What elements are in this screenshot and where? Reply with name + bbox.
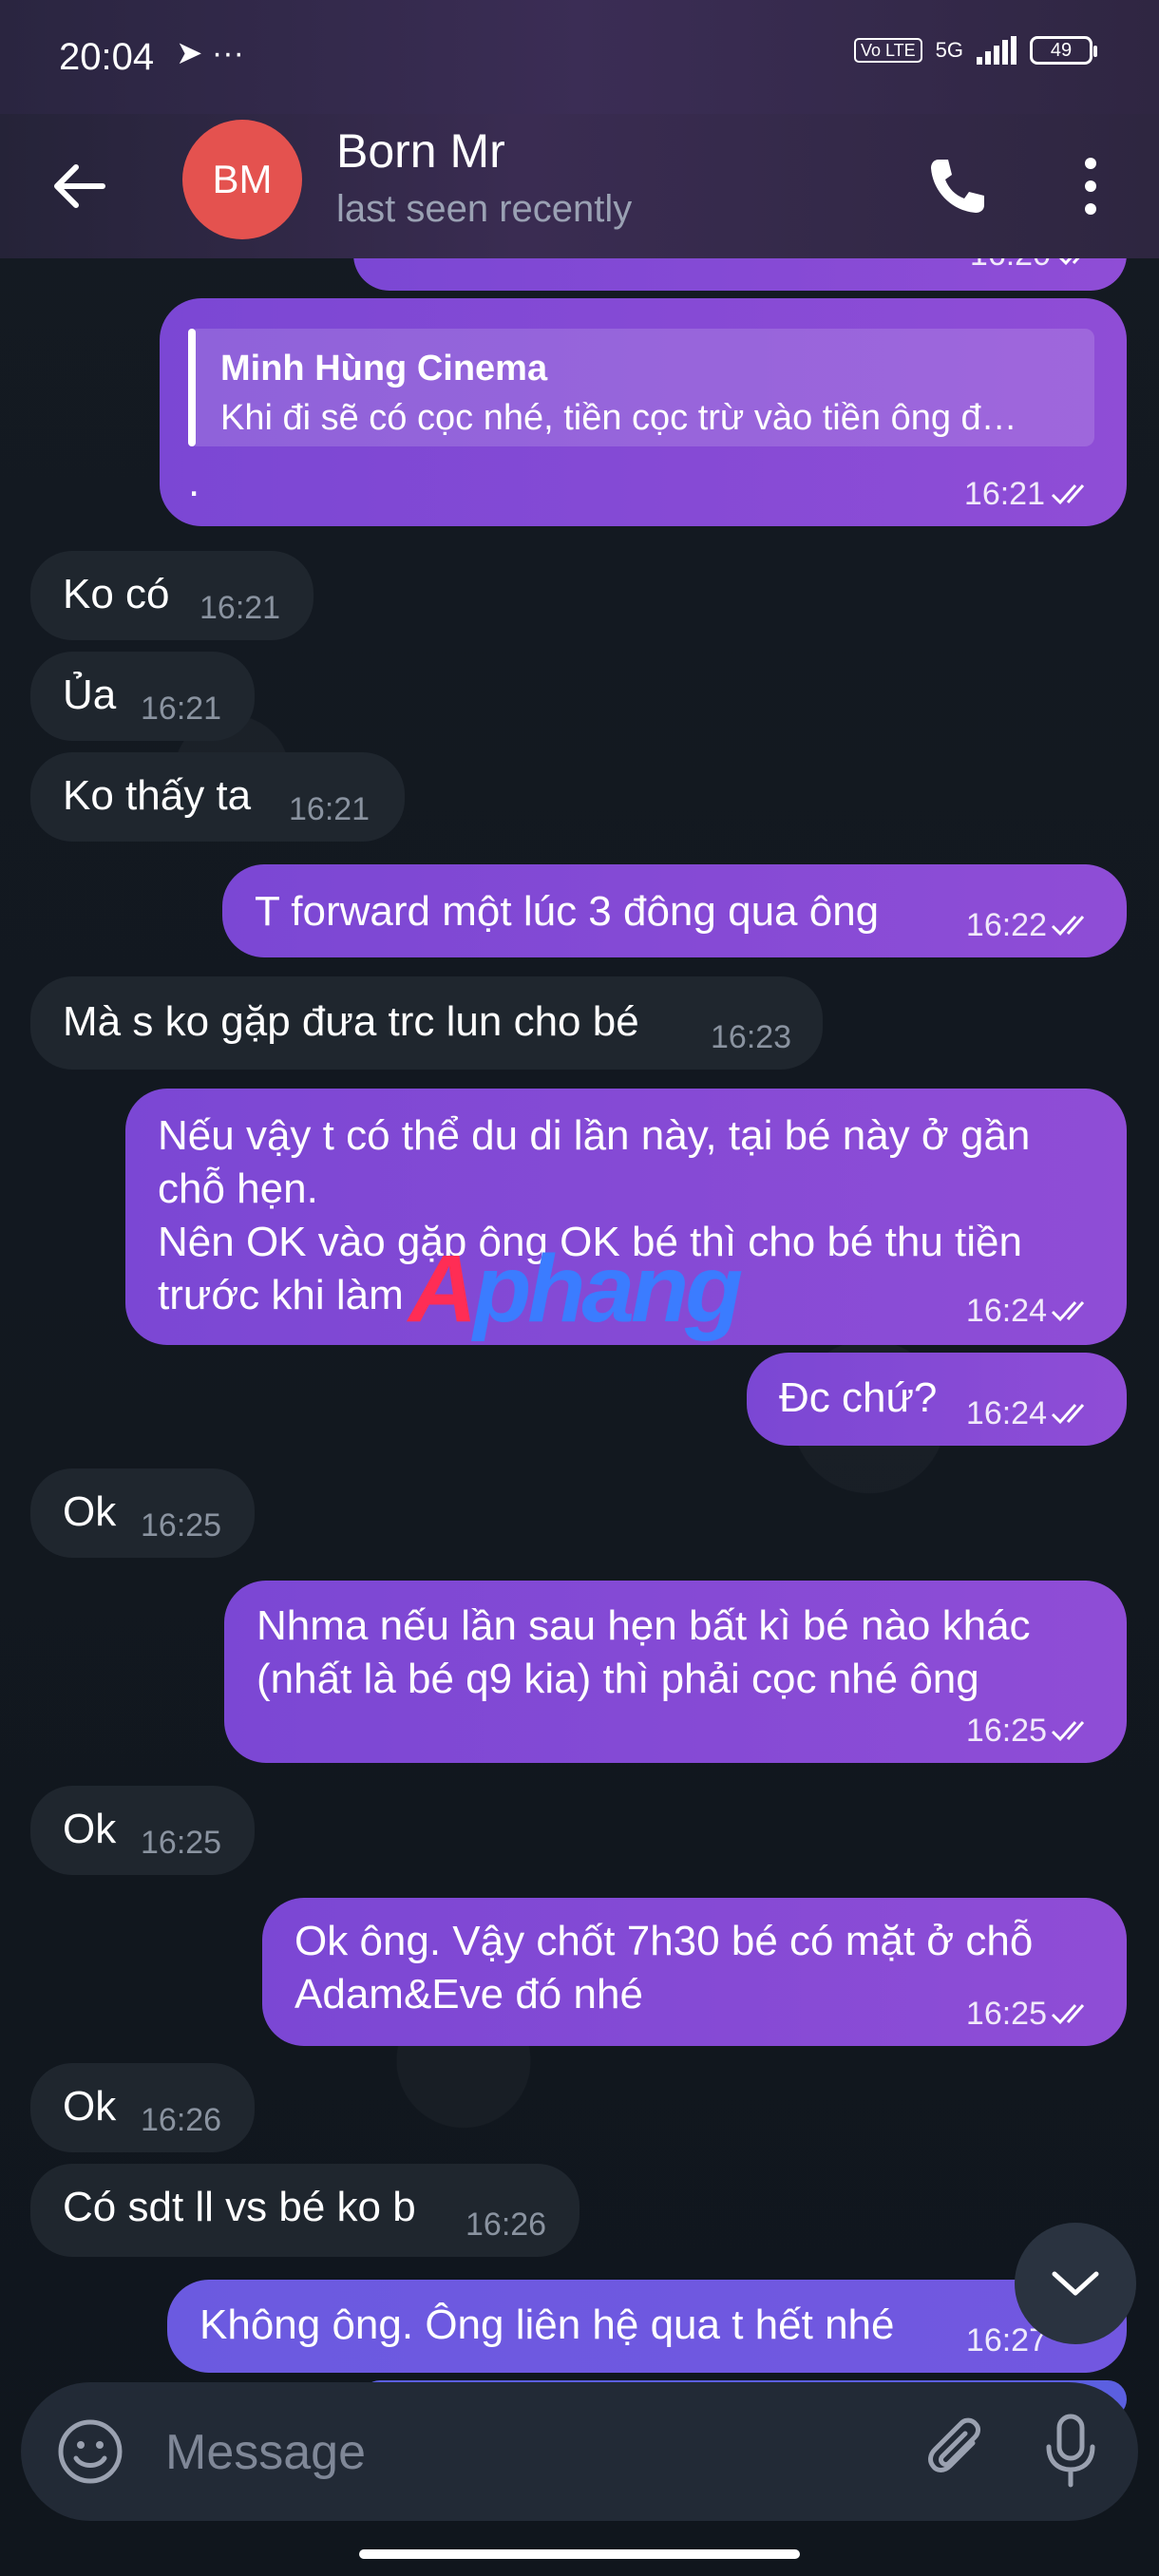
attach-icon[interactable] — [920, 2415, 996, 2491]
message-bubble[interactable]: T forward một lúc 3 đông qua ông 16:22 — [222, 864, 1127, 957]
message-bubble[interactable]: Ko có 16:21 — [30, 551, 314, 640]
scroll-down-button[interactable] — [1015, 2223, 1136, 2344]
message-bubble[interactable]: Ok 16:25 — [30, 1468, 255, 1558]
message-composer — [21, 2382, 1138, 2521]
message-text: T forward một lúc 3 đông qua ông — [255, 888, 880, 935]
message-bubble[interactable]: Ủa 16:21 — [30, 652, 255, 741]
message-time: 16:24 — [965, 1395, 1047, 1431]
battery-icon: 49 — [1030, 36, 1097, 65]
message-bubble[interactable]: Ok ông. Vậy chốt 7h30 bé có mặt ở chỗ Ad… — [262, 1898, 1127, 2046]
chevron-down-icon — [1052, 2271, 1099, 2296]
message-bubble[interactable]: Mà s ko gặp đưa trc lun cho bé 16:23 — [30, 976, 823, 1070]
home-indicator[interactable] — [359, 2549, 800, 2559]
message-time: 16:25 — [965, 1713, 1047, 1749]
contact-status: last seen recently — [336, 188, 633, 230]
status-bar: 20:04 ➤ ··· Vo LTE 5G 49 — [0, 0, 1159, 114]
back-arrow-icon[interactable] — [46, 152, 114, 220]
avatar[interactable]: BM — [182, 120, 302, 239]
message-time: 16:22 — [965, 907, 1047, 943]
message-text: Ok — [63, 2083, 117, 2130]
message-text: Nhma nếu lần sau hẹn bất kì bé nào khác … — [256, 1602, 1031, 1702]
message-text: Ok ông. Vậy chốt 7h30 bé có mặt ở chỗ Ad… — [294, 1918, 1034, 2017]
message-text: Ko có — [63, 571, 170, 617]
message-time: 16:25 — [141, 1825, 222, 1861]
message-time: 16:21 — [200, 590, 281, 626]
message-time: 16:23 — [711, 1019, 792, 1055]
message-time: 16:26 — [466, 2207, 547, 2243]
read-check-icon — [1051, 1404, 1085, 1425]
message-bubble[interactable]: Có sdt ll vs bé ko b 16:26 — [30, 2164, 580, 2257]
status-time: 20:04 — [59, 36, 155, 78]
message-time: 16:25 — [141, 1507, 222, 1544]
phone-icon[interactable] — [918, 148, 994, 224]
read-check-icon — [1051, 1301, 1085, 1322]
volte-icon: Vo LTE — [853, 38, 922, 63]
message-time: 16:25 — [965, 1996, 1047, 2032]
message-bubble[interactable]: Nhma nếu lần sau hẹn bất kì bé nào khác … — [224, 1581, 1127, 1763]
signal-icon — [977, 36, 1016, 65]
message-time: 16:24 — [965, 1293, 1047, 1329]
message-input[interactable] — [163, 2411, 908, 2494]
message-time: 16:26 — [141, 2102, 222, 2138]
microphone-icon[interactable] — [1037, 2411, 1104, 2492]
watermark-logo: Aphang — [408, 1236, 743, 1342]
message-text: Có sdt ll vs bé ko b — [63, 2184, 416, 2230]
message-text: Mà s ko gặp đưa trc lun cho bé — [63, 998, 639, 1045]
read-check-icon — [1051, 1721, 1085, 1742]
network-type: 5G — [935, 38, 963, 62]
read-check-icon — [1051, 484, 1085, 505]
message-bubble[interactable]: Minh Hùng Cinema Khi đi sẽ có cọc nhé, t… — [160, 298, 1127, 526]
message-text: Ko thấy ta — [63, 772, 252, 819]
status-indicators: Vo LTE 5G 49 — [853, 36, 1097, 65]
message-time: 16:21 — [141, 691, 222, 727]
reply-text: Khi đi sẽ có cọc nhé, tiền cọc trừ vào t… — [220, 398, 1017, 438]
message-bubble[interactable]: Đc chứ? 16:24 — [747, 1353, 1127, 1446]
message-text: Ủa — [63, 672, 117, 718]
chat-header: BM Born Mr last seen recently — [0, 114, 1159, 258]
reply-author: Minh Hùng Cinema — [220, 349, 548, 388]
reply-preview[interactable]: Minh Hùng Cinema Khi đi sẽ có cọc nhé, t… — [188, 329, 1094, 446]
message-text: Đc chứ? — [779, 1374, 938, 1421]
message-text: . — [188, 459, 200, 505]
message-bubble[interactable]: Ko thấy ta 16:21 — [30, 752, 405, 842]
message-bubble[interactable]: Ok 16:25 — [30, 1786, 255, 1875]
message-text: Không ông. Ông liên hệ qua t hết nhé — [200, 2301, 895, 2348]
message-bubble[interactable]: Ok 16:26 — [30, 2063, 255, 2152]
message-text: Ok — [63, 1806, 117, 1852]
message-bubble[interactable]: Không ông. Ông liên hệ qua t hết nhé 16:… — [167, 2280, 1127, 2373]
read-check-icon — [1051, 2004, 1085, 2025]
message-time: 16:21 — [963, 476, 1045, 512]
telegram-notification-icon: ➤ ··· — [176, 35, 244, 71]
more-options-icon[interactable] — [1064, 148, 1117, 224]
emoji-icon[interactable] — [55, 2416, 125, 2487]
reply-bar — [188, 329, 196, 446]
message-text: Ok — [63, 1488, 117, 1535]
message-time: 16:21 — [289, 791, 370, 827]
read-check-icon — [1051, 916, 1085, 937]
contact-name[interactable]: Born Mr — [336, 123, 505, 179]
